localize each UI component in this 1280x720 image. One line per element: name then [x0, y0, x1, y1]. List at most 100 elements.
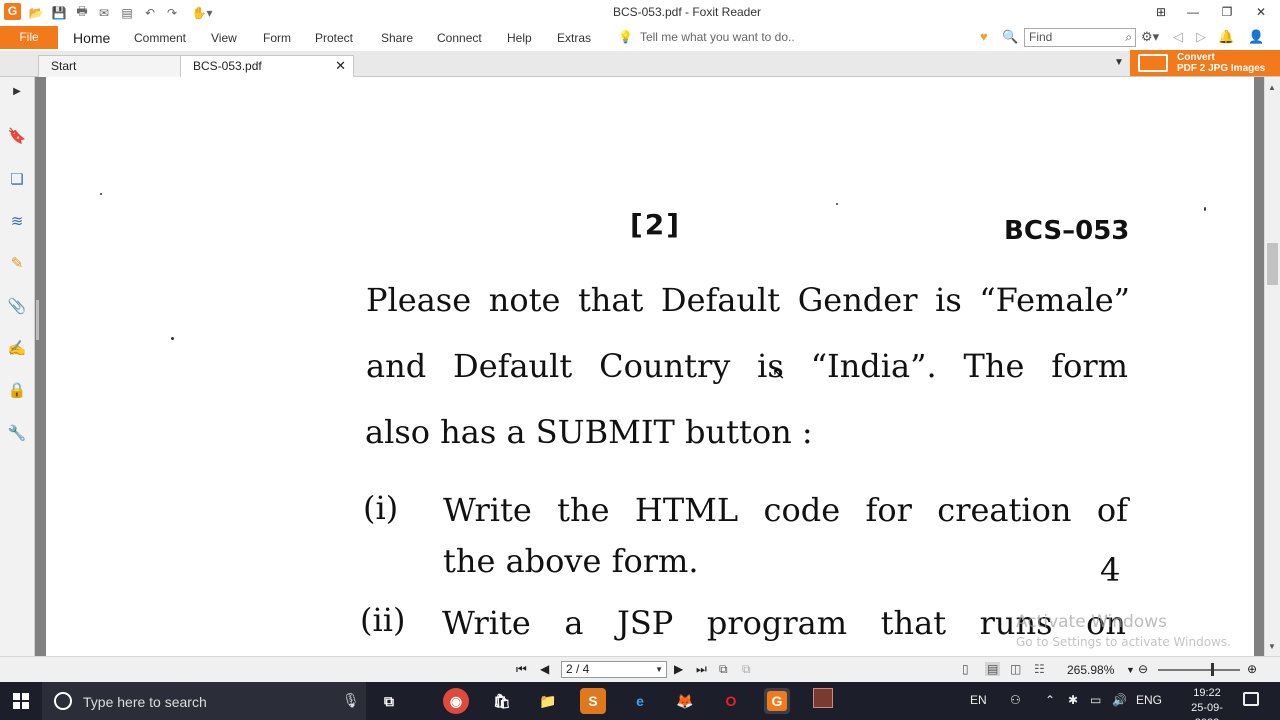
action-center-icon[interactable] [1243, 692, 1259, 706]
zoom-out-icon[interactable]: ⊖ [1138, 662, 1148, 676]
bookmark-icon[interactable]: 🔖 [7, 127, 27, 147]
game-app-icon[interactable] [810, 688, 836, 714]
tab-label: BCS-053.pdf [193, 59, 262, 73]
find-placeholder: Find [1029, 30, 1053, 44]
taskbar-search-box[interactable]: Type here to search 🎙 [42, 682, 366, 720]
language-indicator[interactable]: EN [970, 693, 987, 707]
scrollbar-thumb[interactable] [1267, 243, 1278, 285]
settings-gear-icon[interactable]: ⚙▾ [1141, 29, 1159, 45]
convert-label-line1: Convert [1177, 52, 1215, 63]
single-page-icon[interactable]: ▯ [962, 662, 969, 676]
input-language[interactable]: ENG [1136, 693, 1162, 707]
edge-icon[interactable]: e [627, 688, 653, 714]
document-viewport[interactable]: [2] BCS–053 Please note that Default Gen… [35, 77, 1264, 656]
previous-page-icon[interactable]: ◀ [540, 662, 549, 676]
chrome-icon[interactable]: ◉ [443, 688, 469, 714]
forward-arrow-icon[interactable]: ▷ [1196, 29, 1206, 45]
heart-icon[interactable]: ♥ [980, 29, 988, 44]
file-menu-button[interactable]: File [0, 26, 58, 49]
panel-resize-handle[interactable] [36, 300, 39, 340]
window-title: BCS-053.pdf - Foxit Reader [612, 5, 762, 19]
tab-protect[interactable]: Protect [315, 31, 353, 45]
user-account-icon[interactable]: 👤 [1248, 29, 1264, 45]
next-view-icon[interactable]: ⧉ [742, 662, 751, 677]
find-input[interactable]: Find ⌕ [1024, 28, 1136, 47]
tab-view[interactable]: View [211, 31, 237, 45]
zoom-slider-thumb[interactable] [1211, 663, 1214, 676]
pages-icon[interactable]: ❏ [7, 170, 27, 190]
layers-icon[interactable]: ≋ [7, 212, 27, 232]
clock-date: 25-09-2022 [1191, 702, 1223, 720]
lock-icon[interactable]: 🔒 [7, 381, 27, 401]
ribbon-options-icon[interactable]: ⊞ [1148, 2, 1174, 22]
zoom-slider[interactable] [1158, 669, 1240, 671]
system-clock[interactable]: 19:22 25-09-2022 [1182, 686, 1232, 720]
close-tab-icon[interactable]: ✕ [335, 56, 346, 76]
expand-panel-icon[interactable]: ▶ [7, 82, 27, 102]
task-view-icon[interactable]: ⧉ [376, 688, 402, 714]
people-icon[interactable]: ⚇ [1010, 693, 1021, 707]
image-convert-icon [1138, 54, 1168, 72]
continuous-facing-icon[interactable]: ☷ [1034, 662, 1045, 676]
tab-share[interactable]: Share [381, 31, 413, 45]
foxit-reader-icon[interactable]: G [764, 688, 790, 714]
comments-icon[interactable]: ✎ [7, 254, 27, 274]
attachment-icon[interactable]: 📎 [7, 297, 27, 317]
tell-me-search[interactable]: 💡 Tell me what you want to do.. [618, 30, 795, 44]
tab-connect[interactable]: Connect [437, 31, 482, 45]
store-icon[interactable]: 🛍 [489, 688, 515, 714]
notification-bell-icon[interactable]: 🔔 [1218, 29, 1234, 45]
cortana-icon [54, 692, 72, 710]
opera-icon[interactable]: O [718, 688, 744, 714]
windows-start-icon[interactable] [13, 693, 29, 709]
title-bar: G 📂 💾 🖶 ✉ ▤ ↶ ↷ ✋▾ BCS-053.pdf - Foxit R… [0, 0, 1280, 25]
tab-start-page[interactable]: Start [38, 55, 182, 77]
convert-label-line2: PDF 2 JPG Images [1177, 63, 1266, 74]
firefox-icon[interactable]: 🦊 [672, 688, 698, 714]
zoom-level[interactable]: 265.98% [1067, 663, 1114, 677]
paragraph-line-2: and Default Country is “India”. The form [366, 347, 1128, 385]
tools-icon[interactable]: 🔧 [7, 424, 27, 444]
scroll-down-icon[interactable]: ▼ [1268, 642, 1276, 651]
file-explorer-icon[interactable]: 📁 [535, 688, 561, 714]
clock-time: 19:22 [1193, 687, 1221, 699]
vertical-scrollbar[interactable]: ▲ ▼ [1264, 77, 1280, 656]
next-page-icon[interactable]: ▶ [674, 662, 683, 676]
item-2-label: (ii) [360, 601, 406, 639]
show-hidden-icons[interactable]: ⌃ [1045, 693, 1055, 707]
close-window-button[interactable]: ✕ [1248, 2, 1274, 22]
signature-icon[interactable]: ✍ [7, 339, 27, 359]
first-page-icon[interactable]: ⏮ [516, 662, 527, 677]
tab-list-dropdown-icon[interactable]: ▼ [1114, 57, 1124, 68]
page-number-input[interactable]: 2 / 4 ▼ [561, 661, 667, 678]
tab-help[interactable]: Help [507, 31, 532, 45]
last-page-icon[interactable]: ⏭ [696, 662, 707, 677]
tab-home[interactable]: Home [73, 30, 110, 46]
scroll-up-icon[interactable]: ▲ [1268, 83, 1276, 92]
tab-comment[interactable]: Comment [134, 31, 186, 45]
chevron-down-icon[interactable]: ▼ [655, 662, 663, 677]
tab-document[interactable]: BCS-053.pdf ✕ [180, 55, 354, 77]
volume-icon[interactable]: 🔊 [1112, 693, 1127, 707]
previous-view-icon[interactable]: ⧉ [719, 662, 728, 677]
scan-speck [836, 203, 838, 205]
zoom-dropdown-icon[interactable]: ▼ [1126, 665, 1135, 675]
battery-icon[interactable]: ▭ [1090, 693, 1101, 707]
tab-extras[interactable]: Extras [557, 31, 591, 45]
continuous-page-icon[interactable]: ▤ [985, 662, 1001, 676]
convert-pdf-button[interactable]: Convert PDF 2 JPG Images [1130, 50, 1280, 76]
bluetooth-icon[interactable]: ✱ [1068, 693, 1078, 707]
mouse-cursor-icon: ↖ [772, 366, 786, 383]
search-icon[interactable]: ⌕ [1125, 29, 1132, 46]
microphone-icon[interactable]: 🎙 [342, 692, 360, 709]
facing-pages-icon[interactable]: ◫ [1010, 662, 1021, 676]
tab-form[interactable]: Form [263, 31, 291, 45]
zoom-in-icon[interactable]: ⊕ [1247, 662, 1257, 676]
search-doc-icon[interactable]: 🔍 [1002, 29, 1018, 45]
minimize-button[interactable]: — [1180, 2, 1206, 22]
restore-button[interactable]: ❐ [1214, 2, 1240, 22]
sublime-text-icon[interactable]: S [580, 688, 606, 714]
item-1-line-1: Write the HTML code for creation of [443, 491, 1128, 529]
back-arrow-icon[interactable]: ◁ [1173, 29, 1183, 45]
page-number: [2] [630, 208, 682, 241]
